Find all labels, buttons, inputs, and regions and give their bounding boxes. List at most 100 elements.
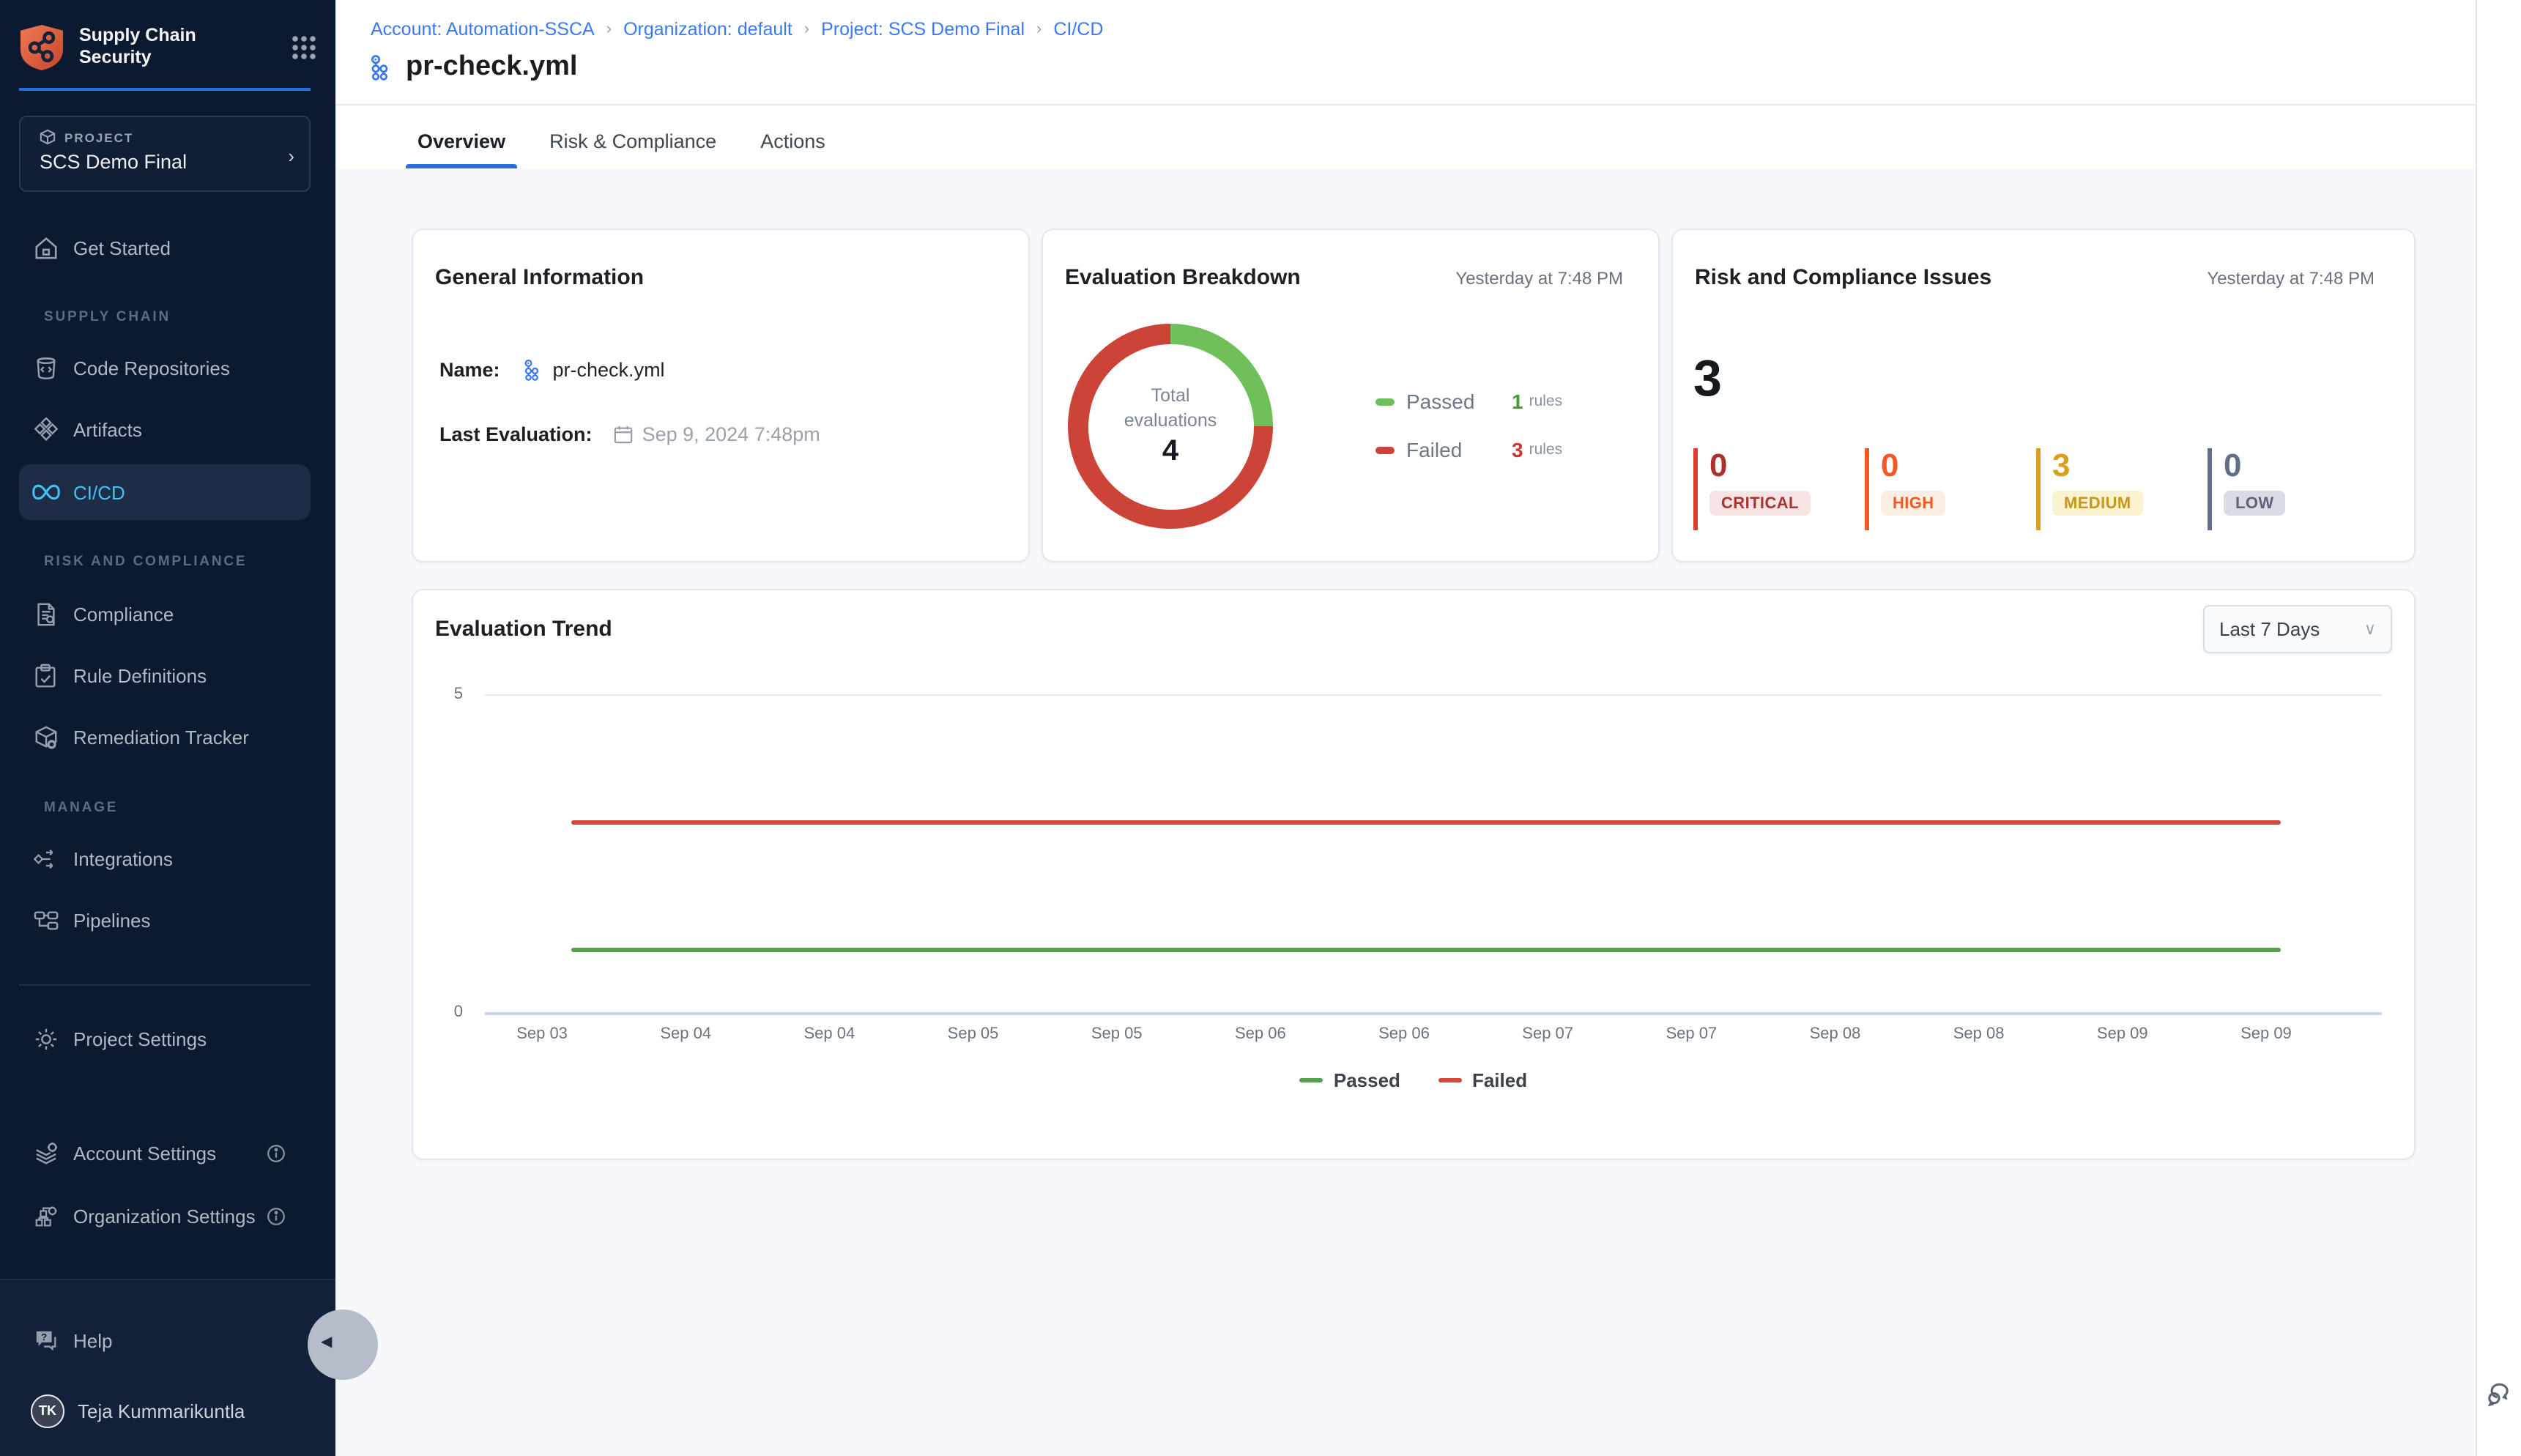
severity-breakdown: 0 CRITICAL 0 HIGH 3 MEDIUM 0 LOW	[1693, 448, 2379, 530]
date-range-value: Last 7 Days	[2219, 618, 2320, 640]
tab-overview[interactable]: Overview	[406, 114, 517, 168]
project-selector-label: PROJECT	[64, 130, 133, 144]
gear-icon	[31, 1024, 60, 1053]
header-divider	[335, 104, 2476, 105]
sidebar-item-artifacts[interactable]: Artifacts	[19, 401, 311, 457]
failed-legend-line	[1438, 1078, 1462, 1082]
x-tick: Sep 06	[1332, 1025, 1476, 1043]
sidebar-item-project-settings[interactable]: Project Settings	[19, 1011, 311, 1066]
info-icon[interactable]	[267, 1143, 286, 1162]
evaluation-trend-card: Evaluation Trend Last 7 Days ∨ 5 0 Sep 0…	[412, 589, 2416, 1160]
severity-high: 0 HIGH	[1865, 448, 2036, 530]
app-switcher-grid-icon[interactable]	[292, 34, 316, 59]
project-selector-name: SCS Demo Final	[40, 151, 294, 173]
evaluations-donut-chart: Total evaluations 4	[1068, 324, 1273, 529]
sidebar-item-help[interactable]: ? Help	[19, 1312, 311, 1368]
medium-count: 3	[2052, 448, 2208, 482]
info-icon[interactable]	[267, 1206, 286, 1225]
evaluation-timestamp: Yesterday at 7:48 PM	[1455, 268, 1623, 289]
name-label: Name:	[439, 359, 500, 381]
card-title: Risk and Compliance Issues	[1695, 265, 1991, 290]
right-utility-rail	[2476, 0, 2521, 1456]
sidebar-item-account-settings[interactable]: Account Settings	[19, 1125, 311, 1181]
breadcrumb-cicd-link[interactable]: CI/CD	[1053, 19, 1103, 40]
x-tick: Sep 09	[2051, 1025, 2194, 1043]
failed-legend-label: Failed	[1406, 438, 1512, 461]
collapse-arrow-icon: ◀	[321, 1334, 332, 1351]
rules-suffix: rules	[1529, 393, 1563, 410]
failed-legend-swatch	[1375, 446, 1395, 453]
sidebar-section-supply-chain: SUPPLY CHAIN	[44, 309, 171, 325]
breadcrumb: Account: Automation-SSCA › Organization:…	[371, 19, 1103, 40]
pipeline-icon	[524, 359, 546, 381]
avatar: TK	[31, 1394, 64, 1427]
sidebar-item-cicd[interactable]: CI/CD	[19, 464, 311, 520]
sidebar-item-compliance[interactable]: Compliance	[19, 586, 311, 642]
svg-text:?: ?	[40, 1331, 46, 1342]
x-tick: Sep 04	[757, 1025, 901, 1043]
project-selector[interactable]: PROJECT SCS Demo Final ›	[19, 116, 311, 192]
date-range-dropdown[interactable]: Last 7 Days ∨	[2203, 605, 2392, 653]
low-badge: LOW	[2224, 491, 2286, 516]
sidebar-section-risk-and-compliance: RISK AND COMPLIANCE	[44, 554, 247, 570]
x-tick: Sep 08	[1763, 1025, 1906, 1043]
tab-risk-compliance[interactable]: Risk & Compliance	[538, 114, 728, 168]
sidebar-item-rule-definitions[interactable]: Rule Definitions	[19, 647, 311, 703]
total-issues-value: 3	[1693, 350, 1722, 409]
sidebar-item-get-started[interactable]: Get Started	[19, 220, 311, 275]
remediation-box-icon	[31, 722, 60, 751]
card-title: General Information	[435, 265, 644, 290]
tab-actions[interactable]: Actions	[749, 114, 837, 168]
breadcrumb-project-link[interactable]: Project: SCS Demo Final	[821, 19, 1025, 40]
chevron-right-icon: ›	[1036, 21, 1042, 38]
critical-count: 0	[1709, 448, 1865, 482]
breadcrumb-account-link[interactable]: Account: Automation-SSCA	[371, 19, 595, 40]
evaluation-breakdown-card: Evaluation Breakdown Yesterday at 7:48 P…	[1042, 229, 1660, 562]
user-name: Teja Kummarikuntla	[78, 1400, 245, 1422]
passed-rules-count: 1	[1512, 390, 1523, 413]
sidebar-item-integrations[interactable]: Integrations	[19, 831, 311, 886]
code-repository-icon	[31, 353, 60, 382]
chevron-right-icon: ›	[606, 21, 612, 38]
calendar-icon	[615, 425, 634, 444]
risk-timestamp: Yesterday at 7:48 PM	[2207, 268, 2375, 289]
logo-accent-divider	[19, 88, 311, 91]
severity-low: 0 LOW	[2208, 448, 2379, 530]
sidebar-item-label: Help	[73, 1329, 113, 1351]
failed-legend-label: Failed	[1472, 1069, 1527, 1091]
x-tick: Sep 04	[614, 1025, 757, 1043]
passed-legend-label: Passed	[1334, 1069, 1400, 1091]
user-profile[interactable]: TK Teja Kummarikuntla	[19, 1389, 311, 1433]
sidebar-item-code-repositories[interactable]: Code Repositories	[19, 340, 311, 395]
critical-badge: CRITICAL	[1709, 491, 1811, 516]
sidebar-item-label: CI/CD	[73, 481, 125, 503]
failed-trend-line	[571, 820, 2281, 824]
sidebar-item-organization-settings[interactable]: Organization Settings	[19, 1188, 311, 1244]
chevron-down-icon: ∨	[2364, 620, 2376, 639]
support-chat-icon[interactable]	[2484, 1378, 2517, 1411]
integrations-icon	[31, 844, 60, 873]
passed-trend-line	[571, 948, 2281, 952]
pipeline-icon	[369, 54, 396, 81]
sidebar-collapse-handle[interactable]: ◀	[308, 1310, 378, 1380]
sidebar-item-label: Integrations	[73, 847, 173, 869]
general-information-card: General Information Name: pr-check.yml L…	[412, 229, 1030, 562]
total-evaluations-value: 4	[1162, 435, 1178, 469]
low-count: 0	[2224, 448, 2379, 482]
x-axis-ticks: Sep 03 Sep 04 Sep 04 Sep 05 Sep 05 Sep 0…	[470, 1025, 2338, 1043]
breadcrumb-organization-link[interactable]: Organization: default	[623, 19, 792, 40]
risk-compliance-issues-card: Risk and Compliance Issues Yesterday at …	[1671, 229, 2416, 562]
high-badge: HIGH	[1881, 491, 1946, 516]
x-tick: Sep 08	[1907, 1025, 2051, 1043]
passed-legend-swatch	[1375, 398, 1395, 405]
sidebar-item-pipelines[interactable]: Pipelines	[19, 892, 311, 948]
last-evaluation-value: Sep 9, 2024 7:48pm	[642, 423, 820, 445]
chevron-right-icon: ›	[288, 145, 294, 167]
chevron-right-icon: ›	[804, 21, 809, 38]
help-chat-icon: ?	[31, 1326, 60, 1355]
donut-center-label: Total	[1151, 385, 1190, 409]
gridline-y5	[485, 694, 2382, 696]
app-title: Supply Chain Security	[79, 26, 214, 69]
sidebar-section-manage: MANAGE	[44, 800, 118, 816]
sidebar-item-remediation-tracker[interactable]: Remediation Tracker	[19, 709, 311, 765]
